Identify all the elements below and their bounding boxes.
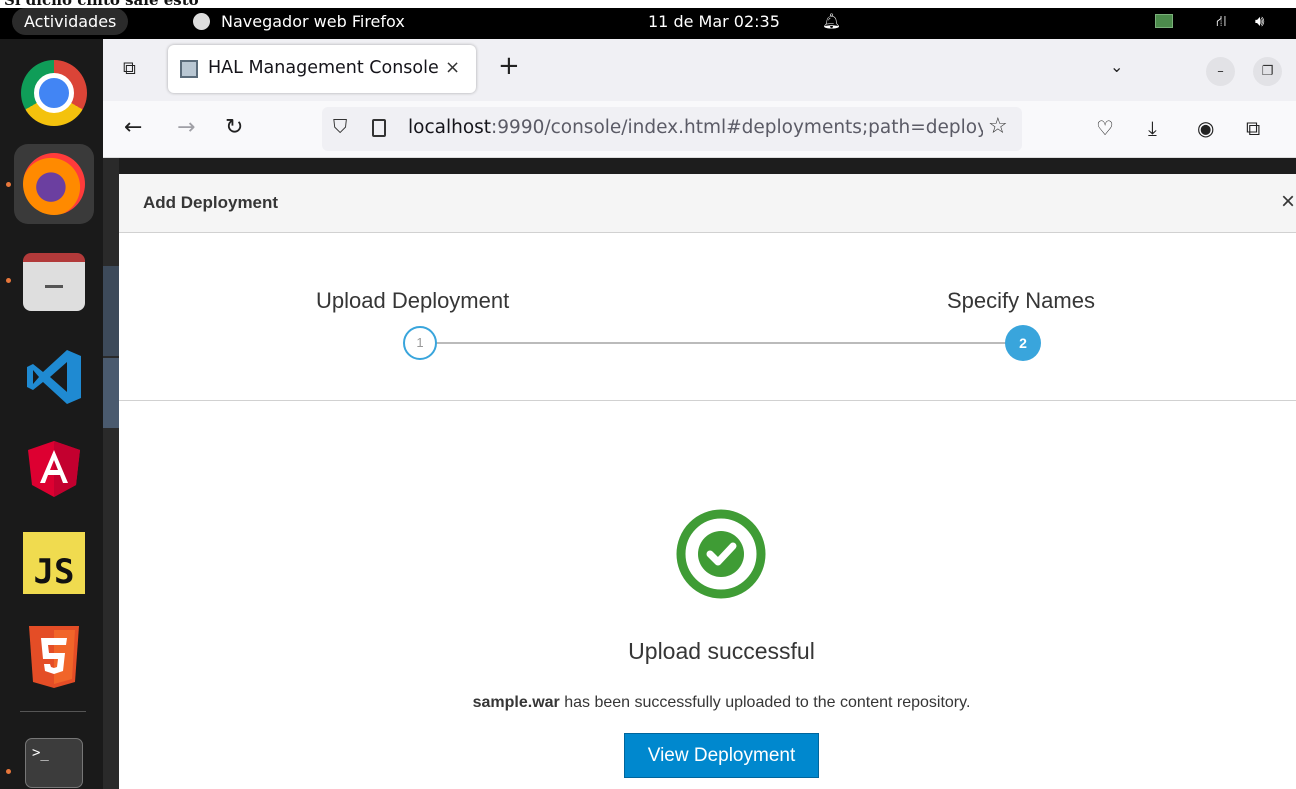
extensions-icon[interactable]: ⧉: [1246, 115, 1260, 141]
volume-icon[interactable]: 🔊︎: [1255, 8, 1264, 35]
dock: JS >_: [0, 39, 103, 789]
firefox-app-icon: [193, 13, 210, 30]
success-title: Upload successful: [628, 638, 815, 664]
url-text[interactable]: localhost:9990/console/index.html#deploy…: [408, 117, 983, 138]
dock-files[interactable]: [14, 242, 94, 322]
shield-icon[interactable]: ⛉: [333, 116, 347, 138]
app-menu[interactable]: Navegador web Firefox: [221, 8, 405, 35]
terminal-icon: >_: [25, 738, 83, 788]
new-tab-button[interactable]: +: [498, 53, 520, 79]
minimize-icon[interactable]: –: [1206, 57, 1235, 86]
javascript-icon: JS: [23, 532, 85, 594]
html5-icon: [29, 626, 79, 688]
page-info-icon[interactable]: [372, 119, 386, 137]
view-tabs-icon[interactable]: ⧉: [123, 58, 143, 79]
chrome-icon: [21, 60, 87, 126]
activities-button[interactable]: Actividades: [12, 8, 129, 35]
step-connector: [420, 342, 1023, 344]
running-indicator: [6, 182, 11, 187]
restore-icon[interactable]: ❐: [1253, 57, 1282, 86]
tab-hal-console[interactable]: HAL Management Console ×: [168, 45, 476, 93]
account-icon[interactable]: ◉: [1197, 115, 1214, 141]
wizard-steps: Upload Deployment Specify Names 1 2: [119, 233, 1296, 401]
caption-text: Si dicho cinto sale esto: [0, 0, 1296, 8]
dock-vscode[interactable]: [14, 337, 94, 417]
bell-icon[interactable]: 🔔︎: [822, 8, 841, 35]
dock-firefox[interactable]: [14, 144, 94, 224]
tab-bar: ⧉ HAL Management Console × + ⌄ – ❐: [103, 39, 1296, 101]
dock-angular[interactable]: [14, 429, 94, 509]
dock-html5[interactable]: [14, 617, 94, 697]
dock-terminal[interactable]: >_: [14, 723, 94, 789]
running-indicator: [6, 278, 11, 283]
back-icon[interactable]: ←: [124, 115, 142, 141]
forward-icon[interactable]: →: [177, 115, 195, 141]
step-upload-label: Upload Deployment: [316, 288, 510, 313]
dock-chrome[interactable]: [14, 53, 94, 133]
close-tab-icon[interactable]: ×: [445, 57, 460, 78]
favicon-icon: [180, 60, 198, 78]
vscode-icon: [27, 350, 81, 404]
running-indicator: [6, 769, 11, 774]
step-names-label: Specify Names: [947, 288, 1095, 313]
file-name: sample.war: [472, 694, 560, 711]
dialog-header: Add Deployment ×: [119, 174, 1296, 233]
dialog-title: Add Deployment: [143, 193, 279, 212]
check-circle-icon: [676, 509, 766, 599]
dock-javascript[interactable]: JS: [14, 523, 94, 603]
chevron-down-icon[interactable]: ⌄: [1110, 57, 1123, 76]
page-background: [119, 158, 1296, 174]
url-bar[interactable]: ⛉ localhost:9990/console/index.html#depl…: [322, 107, 1022, 151]
step-1-indicator[interactable]: 1: [403, 326, 437, 360]
tray-app-icon[interactable]: [1155, 14, 1173, 28]
tab-title: HAL Management Console: [208, 58, 439, 78]
angular-icon: [28, 441, 80, 497]
view-deployment-button[interactable]: View Deployment: [624, 733, 819, 778]
dock-separator: [20, 711, 86, 712]
clock[interactable]: 11 de Mar 02:35: [648, 8, 780, 35]
add-deployment-dialog: Add Deployment × Upload Deployment Speci…: [119, 174, 1296, 789]
firefox-icon: [23, 153, 85, 215]
files-icon: [23, 253, 85, 311]
bookmark-star-icon[interactable]: ☆: [988, 114, 1008, 139]
step-2-indicator: 2: [1005, 325, 1041, 361]
success-message: sample.war has been successfully uploade…: [472, 694, 971, 711]
download-icon[interactable]: ⤓: [1148, 115, 1157, 141]
close-icon[interactable]: ×: [1281, 188, 1295, 216]
system-top-bar: Actividades Navegador web Firefox 11 de …: [0, 8, 1296, 39]
desktop-background: [103, 158, 119, 789]
network-icon[interactable]: ⛙: [1216, 8, 1227, 35]
pocket-icon[interactable]: ♡: [1096, 115, 1114, 141]
reload-icon[interactable]: ↻: [225, 115, 243, 141]
nav-bar: ← → ↻ ⛉ localhost:9990/console/index.htm…: [103, 101, 1296, 158]
